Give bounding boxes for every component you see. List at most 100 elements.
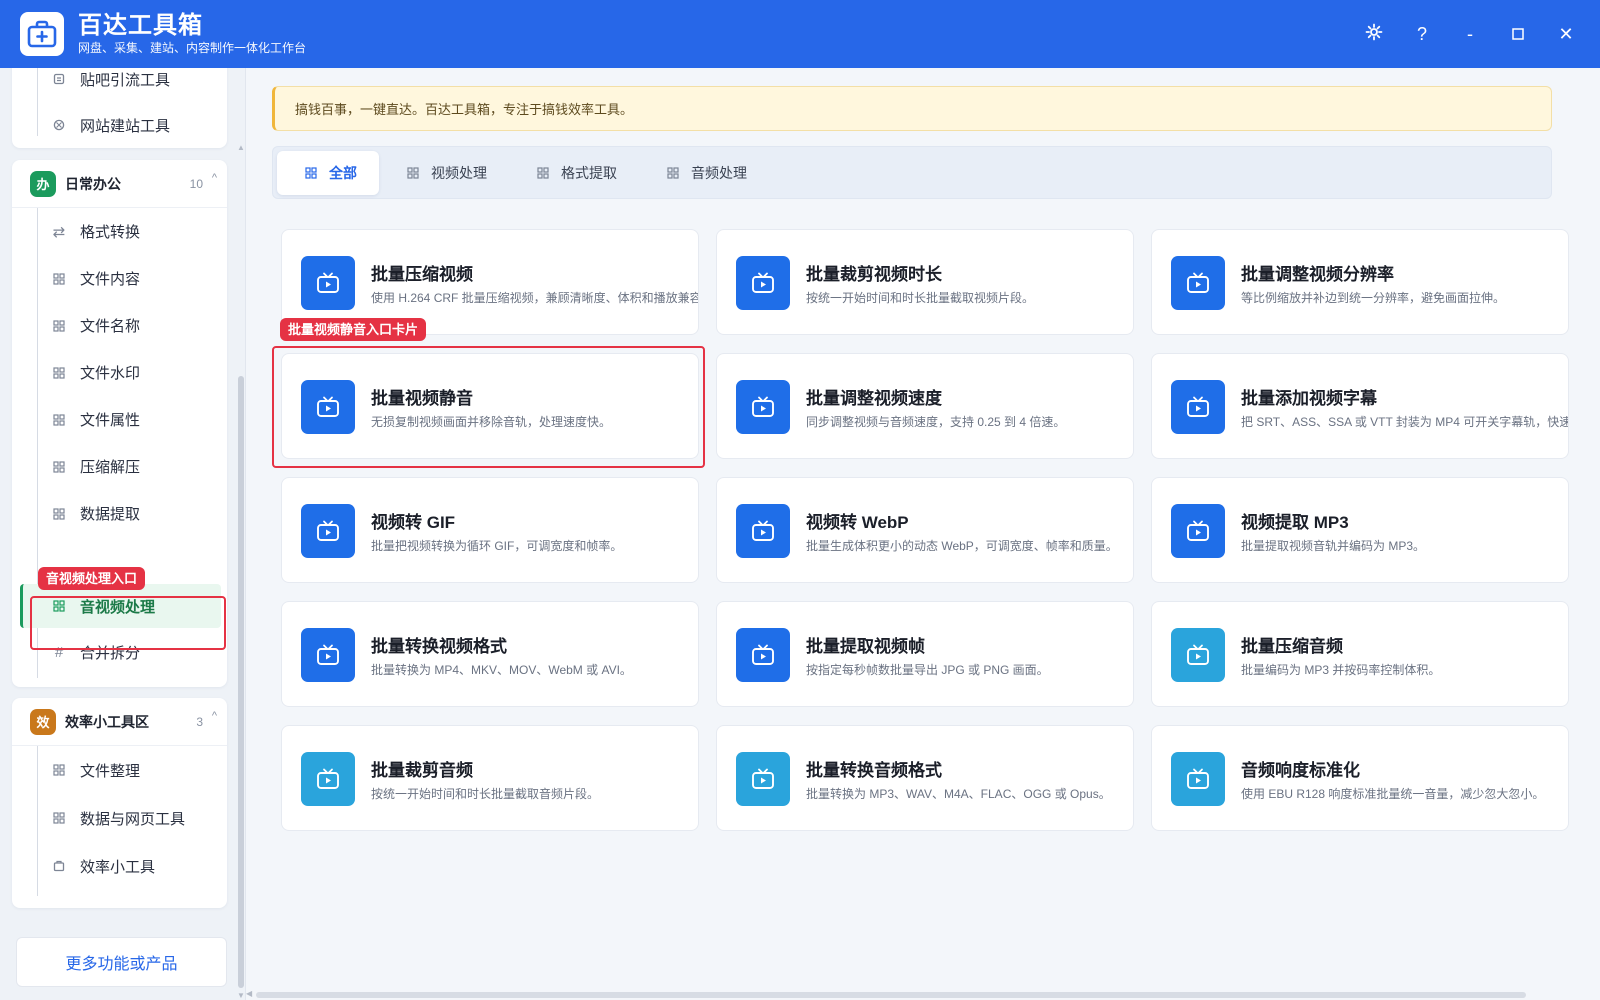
notice-banner: 搞钱百事，一键直达。百达工具箱，专注于搞钱效率工具。	[272, 86, 1552, 131]
group-title: 效率小工具区	[65, 713, 149, 730]
sidebar-group-tools: 贴吧引流工具 网站建站工具	[12, 68, 227, 148]
tool-card[interactable]: 音频响度标准化 使用 EBU R128 响度标准批量统一音量，减少忽大忽小。	[1151, 725, 1569, 831]
tool-card-title: 批量调整视频速度	[806, 389, 942, 408]
swap-icon: ⇄	[52, 223, 66, 241]
sidebar: 贴吧引流工具 网站建站工具 办 日常办公 10 ^ ⇄ 格式转换 文件内容 文件…	[0, 68, 246, 1000]
sidebar-item-data-web[interactable]: 数据与网页工具	[12, 794, 227, 842]
tab-label: 音频处理	[691, 164, 747, 181]
sidebar-scrollbar[interactable]: ▲ ▼	[237, 143, 245, 1000]
category-tabs: 全部 视频处理 格式提取 音频处理	[272, 146, 1552, 199]
tool-card[interactable]: 批量添加视频字幕把 SRT、ASS、SSA 或 VTT 封装为 MP4 可开关字…	[1151, 353, 1569, 459]
tab-label: 格式提取	[561, 164, 617, 181]
group-header-efficiency[interactable]: 效 效率小工具区 3 ^	[12, 698, 227, 746]
horizontal-scrollbar[interactable]	[256, 992, 1526, 998]
video-icon	[736, 504, 790, 558]
grid-icon	[537, 166, 549, 179]
tool-card-title: 批量提取视频帧	[806, 637, 925, 656]
title-bar: 百达工具箱 网盘、采集、建站、内容制作一体化工作台 ? - ✕	[0, 0, 1600, 68]
sidebar-item-label: 压缩解压	[80, 459, 141, 476]
sidebar-item-label: 文件整理	[80, 762, 141, 780]
tool-card[interactable]: 视频转 WebP 批量生成体积更小的动态 WebP，可调宽度、帧率和质量。	[716, 477, 1134, 583]
app-title: 百达工具箱	[78, 12, 203, 39]
tool-card-title: 批量压缩视频	[371, 265, 473, 284]
video-icon	[301, 504, 355, 558]
tool-card-title: 批量裁剪音频	[371, 761, 473, 780]
annotation-tag: 批量视频静音入口卡片	[280, 318, 427, 341]
sidebar-item-file-attributes[interactable]: 文件属性	[12, 396, 227, 443]
group-badge: 效	[30, 708, 56, 735]
tab-label: 视频处理	[431, 164, 487, 181]
scrollbar-thumb[interactable]	[238, 376, 244, 988]
sidebar-item-efficiency-tools[interactable]: 效率小工具	[12, 842, 227, 890]
sidebar-item-tieba[interactable]: 贴吧引流工具	[12, 68, 227, 102]
tool-card-desc: 批量把视频转换为循环 GIF，可调宽度和帧率。	[371, 539, 623, 553]
sidebar-item-file-name[interactable]: 文件名称	[12, 302, 227, 349]
scroll-left-icon[interactable]: ◀	[246, 989, 252, 998]
doc-icon	[52, 72, 66, 86]
video-icon	[1171, 752, 1225, 806]
sidebar-item-label: 网站建站工具	[80, 117, 171, 135]
tool-card-title: 视频转 WebP	[806, 513, 909, 532]
sidebar-item-compress[interactable]: 压缩解压	[12, 443, 227, 490]
group-title: 日常办公	[65, 175, 121, 192]
tool-card-title: 批量转换视频格式	[371, 637, 507, 656]
tool-card-desc: 按指定每秒帧数批量导出 JPG 或 PNG 画面。	[806, 663, 1049, 677]
sidebar-item-label: 数据提取	[80, 506, 141, 523]
tool-card[interactable]: 批量调整视频分辨率等比例缩放并补边到统一分辨率，避免画面拉伸。	[1151, 229, 1569, 335]
sidebar-item-file-organize[interactable]: 文件整理	[12, 746, 227, 794]
grid-icon	[52, 811, 66, 825]
tool-card-desc: 批量提取视频音轨并编码为 MP3。	[1241, 539, 1426, 553]
tool-card[interactable]: 视频转 GIF 批量把视频转换为循环 GIF，可调宽度和帧率。	[281, 477, 699, 583]
grid-icon	[52, 507, 66, 521]
chevron-up-icon[interactable]: ^	[212, 172, 217, 184]
group-header-daily-office[interactable]: 办 日常办公 10 ^	[12, 160, 227, 208]
tool-card[interactable]: 视频提取 MP3 批量提取视频音轨并编码为 MP3。	[1151, 477, 1569, 583]
video-icon	[736, 380, 790, 434]
tab-audio[interactable]: 音频处理	[639, 151, 769, 195]
close-button[interactable]: ✕	[1542, 10, 1590, 58]
chevron-up-icon[interactable]: ^	[212, 710, 217, 722]
tool-card[interactable]: 批量调整视频速度 同步调整视频与音频速度，支持 0.25 到 4 倍速。	[716, 353, 1134, 459]
tool-card-title: 批量压缩音频	[1241, 637, 1343, 656]
globe-icon	[52, 118, 66, 132]
tool-card-desc: 使用 H.264 CRF 批量压缩视频，兼顾清晰度、体积和播放兼容性。	[371, 291, 699, 305]
tab-video[interactable]: 视频处理	[379, 151, 509, 195]
maximize-button[interactable]	[1494, 10, 1542, 58]
tool-card[interactable]: 批量转换视频格式批量转换为 MP4、MKV、MOV、WebM 或 AVI。	[281, 601, 699, 707]
sidebar-item-file-content[interactable]: 文件内容	[12, 255, 227, 302]
toolbox-icon	[20, 12, 64, 56]
tool-card-title: 批量裁剪视频时长	[806, 265, 942, 284]
tool-card-desc: 批量转换为 MP4、MKV、MOV、WebM 或 AVI。	[371, 663, 632, 677]
tool-card[interactable]: 批量提取视频帧按指定每秒帧数批量导出 JPG 或 PNG 画面。	[716, 601, 1134, 707]
sidebar-item-label: 文件属性	[80, 412, 141, 429]
sidebar-item-label: 格式转换	[80, 224, 141, 241]
video-icon	[736, 752, 790, 806]
video-icon	[1171, 504, 1225, 558]
grid-icon	[52, 366, 66, 380]
tool-card-title: 音频响度标准化	[1241, 761, 1360, 780]
sidebar-item-file-watermark[interactable]: 文件水印	[12, 349, 227, 396]
annotation-tag: 音视频处理入口	[38, 567, 146, 590]
video-icon	[736, 628, 790, 682]
sidebar-item-data-extract[interactable]: 数据提取	[12, 490, 227, 537]
tool-card[interactable]: 批量转换音频格式 批量转换为 MP3、WAV、M4A、FLAC、OGG 或 Opu…	[716, 725, 1134, 831]
tool-card[interactable]: 批量压缩音频 批量编码为 MP3 并按码率控制体积。	[1151, 601, 1569, 707]
tool-card-desc: 等比例缩放并补边到统一分辨率，避免画面拉伸。	[1241, 291, 1506, 305]
video-icon	[1171, 380, 1225, 434]
settings-button[interactable]	[1350, 10, 1398, 58]
sidebar-item-label: 文件名称	[80, 318, 141, 335]
square-icon	[1512, 24, 1524, 45]
app-subtitle: 网盘、采集、建站、内容制作一体化工作台	[78, 41, 307, 55]
tool-card[interactable]: 批量裁剪视频时长 按统一开始时间和时长批量截取视频片段。	[716, 229, 1134, 335]
tab-format-extract[interactable]: 格式提取	[509, 151, 639, 195]
annotation-box	[272, 346, 705, 468]
minimize-button[interactable]: -	[1446, 10, 1494, 58]
grid-icon	[52, 272, 66, 286]
more-features-button[interactable]: 更多功能或产品	[16, 937, 227, 987]
sidebar-item-format-convert[interactable]: ⇄ 格式转换	[12, 208, 227, 255]
tab-all[interactable]: 全部	[277, 150, 379, 195]
sidebar-item-website[interactable]: 网站建站工具	[12, 102, 227, 148]
tool-card[interactable]: 批量裁剪音频 按统一开始时间和时长批量截取音频片段。	[281, 725, 699, 831]
tool-card-title: 批量调整视频分辨率	[1241, 265, 1394, 284]
help-button[interactable]: ?	[1398, 10, 1446, 58]
